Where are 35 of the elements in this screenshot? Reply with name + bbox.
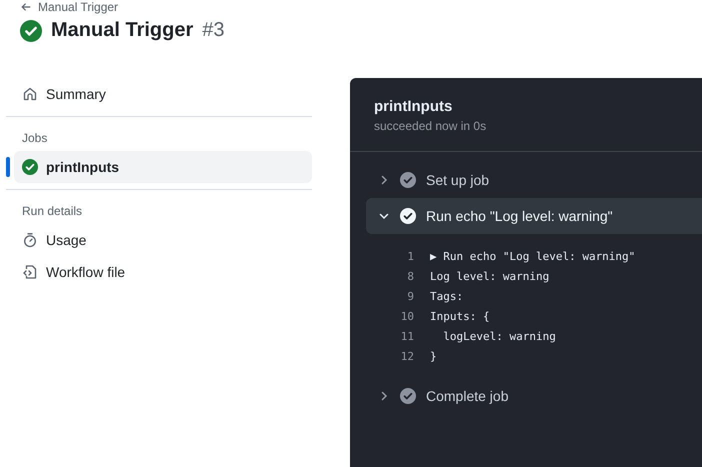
log-line: Tags: (430, 290, 464, 302)
check-circle-icon (20, 20, 42, 42)
log-line: logLevel: warning (442, 330, 556, 342)
line-number: 11 (400, 330, 415, 342)
line-number: 8 (406, 270, 415, 282)
log-line: ▶ Run echo "Log level: warning" (430, 250, 636, 262)
line-number: 9 (406, 290, 415, 302)
sidebar-item[interactable]: Summary (14, 78, 312, 110)
file-code-icon (22, 264, 38, 280)
check-circle-icon (400, 172, 416, 188)
run-title: Manual Trigger (51, 19, 194, 42)
back-link[interactable]: Manual Trigger (20, 0, 118, 13)
step-row[interactable]: Set up job (366, 162, 702, 198)
sidebar-item[interactable]: Workflow file (14, 256, 312, 288)
check-circle-icon (22, 159, 38, 175)
check-circle-icon (400, 208, 416, 224)
log-line: } (430, 350, 437, 362)
step-row[interactable]: Run echo "Log level: warning" (366, 198, 702, 234)
job-status: succeeded now in 0s (374, 119, 486, 133)
section-heading: Run details (22, 204, 82, 218)
log-line: Log level: warning (430, 270, 550, 282)
step-row[interactable]: Complete job (366, 378, 702, 414)
section-heading: Jobs (22, 131, 48, 145)
job-title: printInputs (374, 98, 452, 115)
line-number: 12 (400, 350, 415, 362)
line-number: 10 (400, 310, 415, 322)
run-number: #3 (202, 19, 224, 42)
check-circle-icon (400, 388, 416, 404)
stopwatch-icon (22, 232, 38, 248)
selected-indicator (6, 157, 10, 177)
arrow-left-icon (20, 1, 32, 13)
log-line: Inputs: { (430, 310, 490, 322)
line-number: 1 (406, 250, 415, 262)
sidebar-item[interactable]: Usage (14, 224, 312, 256)
house-icon (22, 86, 38, 102)
